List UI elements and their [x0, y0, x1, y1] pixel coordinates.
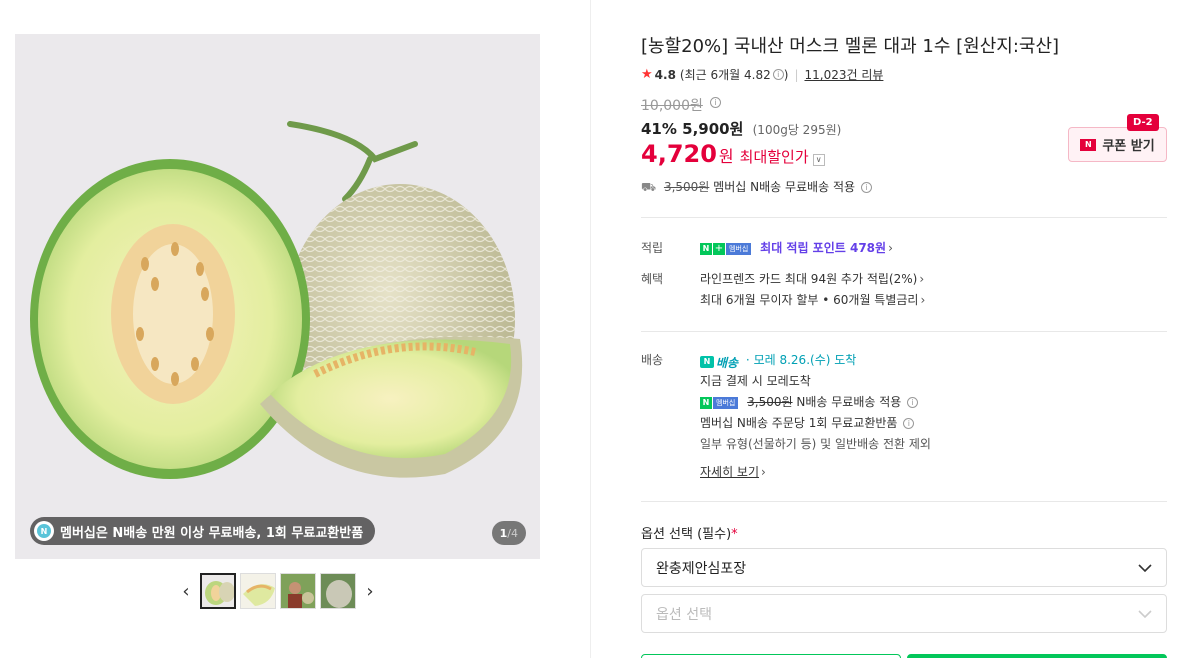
thumbnail-3[interactable] — [280, 573, 316, 609]
required-mark: * — [731, 527, 738, 542]
rating-recent: (최근 6개월 4.82 — [679, 68, 771, 82]
sale-price: 5,900원 — [682, 120, 744, 138]
delivery-line-2: N 멤버십 3,500원 N배송 무료배송 적용 i — [700, 393, 919, 410]
max-discount-amount: 4,720 — [641, 140, 717, 168]
chevron-down-icon — [1138, 609, 1152, 618]
benefit-line-2-text: 최대 6개월 무이자 할부 • 60개월 특별금리 — [700, 293, 919, 307]
section-divider — [641, 217, 1167, 218]
arrival-date: 모레 8.26.(수) 도착 — [753, 353, 857, 367]
discount-rate: 41% — [641, 120, 677, 138]
farmer-thumb-icon — [281, 574, 315, 608]
melon-whole-thumb-icon — [321, 574, 355, 608]
detail-link-text: 자세히 보기 — [700, 465, 760, 479]
shipping-text: 멤버십 N배송 무료배송 적용 — [713, 180, 856, 194]
delivery-label: 배송 — [641, 353, 664, 367]
product-title: [농할20%] 국내산 머스크 멜론 대과 1수 [원산지:국산] — [641, 36, 1060, 57]
chevron-right-icon: › — [919, 272, 925, 286]
nplus-membership-icon: N + 멤버십 — [700, 242, 752, 255]
chevron-down-icon — [1138, 563, 1152, 572]
sale-price-row: 41% 5,900원 (100g당 295원) — [641, 118, 841, 139]
melon-photo — [30, 121, 523, 479]
max-discount-price: 4,720 원 최대할인가 ∨ — [641, 140, 825, 168]
delivery-line-4: 일부 유형(선물하기 등) 및 일반배송 전환 제외 — [700, 437, 931, 451]
max-discount-label: 최대할인가 — [739, 148, 809, 166]
buy-button-right[interactable] — [907, 654, 1167, 658]
membership-promo-pill: N 멤버십은 N배송 만원 이상 무료배송, 1회 무료교환반품 — [30, 517, 376, 545]
melon-cut-thumb-icon — [202, 575, 234, 607]
promo-text: 멤버십은 N배송 만원 이상 무료배송, 1회 무료교환반품 — [60, 525, 364, 541]
thumbnail-1[interactable] — [200, 573, 236, 609]
naver-logo-icon: N — [1080, 138, 1097, 151]
melon-slice-thumb-icon — [241, 574, 275, 608]
option-select-secondary[interactable]: 옵션 선택 — [641, 594, 1167, 633]
thumbnail-2[interactable] — [240, 573, 276, 609]
counter-current: 1 — [499, 526, 508, 540]
max-discount-won: 원 — [718, 147, 734, 166]
section-divider — [641, 331, 1167, 332]
star-icon: ★ — [641, 67, 653, 82]
review-count-link[interactable]: 11,023건 리뷰 — [804, 66, 883, 83]
delivery-line-3-text: 멤버십 N배송 주문당 1회 무료교환반품 — [700, 416, 898, 430]
membership-badge-icon: N — [34, 521, 54, 541]
delivery-line-1: 지금 결제 시 모레도착 — [700, 374, 811, 388]
next-thumb-arrow[interactable]: › — [360, 573, 380, 609]
thumbnail-strip: ‹ › — [176, 573, 380, 609]
option-select-value: 완충제안심포장 — [656, 560, 747, 577]
chevron-right-icon: › — [888, 241, 893, 255]
rating-recent-close: ) — [783, 67, 789, 82]
n-delivery-badge: N 배송 — [700, 354, 738, 371]
coupon-dday-badge: D-2 — [1127, 114, 1159, 131]
info-icon[interactable]: i — [772, 69, 784, 80]
chevron-down-icon[interactable]: ∨ — [812, 154, 825, 166]
option-select-packaging[interactable]: 완충제안심포장 — [641, 548, 1167, 587]
thumbnail-4[interactable] — [320, 573, 356, 609]
counter-total: /4 — [507, 526, 518, 540]
shipping-info-icon[interactable]: i — [860, 182, 872, 193]
points-row[interactable]: N + 멤버십 최대 적립 포인트 478원 › — [700, 239, 893, 256]
original-price: 10,000원 — [641, 98, 703, 114]
chevron-right-icon: › — [761, 465, 766, 479]
delivery-fee-strike: 3,500원 — [747, 395, 793, 409]
column-divider — [590, 0, 591, 658]
section-divider — [641, 501, 1167, 502]
unit-price: (100g당 295원) — [752, 123, 842, 137]
exchange-info-icon[interactable]: i — [903, 418, 915, 429]
benefit-line-1[interactable]: 라인프렌즈 카드 최대 94원 추가 적립(2%) › — [700, 270, 924, 287]
prev-thumb-arrow[interactable]: ‹ — [176, 573, 196, 609]
delivery-arrival-row: N 배송 · 모레 8.26.(수) 도착 — [700, 351, 856, 371]
shipping-row: ⛟ 3,500원 멤버십 N배송 무료배송 적용 i — [641, 178, 872, 196]
points-label: 적립 — [641, 241, 664, 255]
coupon-label: 쿠폰 받기 — [1102, 139, 1155, 154]
shipping-fee-strike: 3,500원 — [663, 180, 710, 194]
price-info-icon[interactable]: i — [710, 97, 721, 108]
separator: | — [794, 67, 799, 82]
main-product-image[interactable]: N 멤버십은 N배송 만원 이상 무료배송, 1회 무료교환반품 1/4 — [15, 34, 540, 559]
chevron-right-icon: › — [920, 293, 926, 307]
truck-icon: ⛟ — [641, 180, 657, 194]
delivery-detail-link[interactable]: 자세히 보기 › — [700, 463, 766, 480]
delivery-line-2-text: N배송 무료배송 적용 — [796, 395, 902, 409]
nplus-membership-icon: N 멤버십 — [700, 396, 739, 409]
coupon-button[interactable]: N 쿠폰 받기 — [1068, 127, 1167, 162]
dot-separator: · — [745, 353, 750, 367]
n-delivery-text: 배송 — [716, 355, 739, 370]
option-label-text: 옵션 선택 (필수) — [641, 527, 732, 542]
image-counter: 1/4 — [491, 521, 526, 545]
benefit-label: 혜택 — [641, 272, 664, 286]
delivery-line-3: 멤버십 N배송 주문당 1회 무료교환반품 i — [700, 414, 915, 431]
benefit-line-2[interactable]: 최대 6개월 무이자 할부 • 60개월 특별금리 › — [700, 291, 925, 308]
delivery-info-icon[interactable]: i — [907, 397, 919, 408]
option-label: 옵션 선택 (필수)* — [641, 523, 738, 542]
rating-score: 4.8 — [654, 67, 676, 82]
benefit-line-1-text: 라인프렌즈 카드 최대 94원 추가 적립(2%) — [700, 272, 918, 286]
n-delivery-icon: N — [700, 356, 714, 368]
option-select-placeholder: 옵션 선택 — [656, 606, 712, 623]
buy-button-left[interactable] — [641, 654, 901, 658]
rating-row: ★ 4.8 (최근 6개월 4.82 i ) | 11,023건 리뷰 — [641, 66, 883, 83]
points-text: 최대 적립 포인트 478원 — [760, 241, 887, 255]
